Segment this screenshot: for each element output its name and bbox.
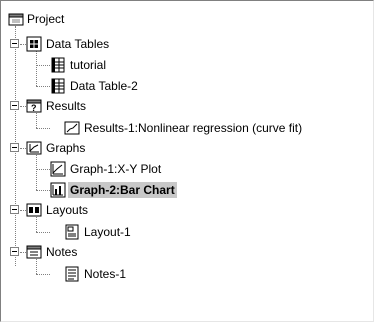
tree-line	[36, 155, 37, 190]
tree-item-layouts[interactable]: Layouts	[44, 202, 90, 218]
tree-line	[36, 259, 37, 274]
tree-line	[36, 190, 50, 191]
notes-icon	[64, 266, 80, 282]
graphs-folder-icon	[26, 140, 42, 156]
results-folder-icon: ?	[26, 98, 42, 114]
layouts-folder-icon	[26, 202, 42, 218]
tree-line	[36, 86, 50, 87]
svg-text:?: ?	[31, 103, 37, 113]
tree-line	[36, 169, 50, 170]
xy-graph-icon	[50, 161, 66, 177]
data-table-icon	[50, 78, 66, 94]
tree-line	[36, 217, 37, 232]
results-icon	[64, 120, 80, 136]
tree-item-notes-1[interactable]: Notes-1	[82, 266, 128, 282]
tree-item-graphs[interactable]: Graphs	[44, 140, 87, 156]
tree-line	[36, 274, 50, 275]
data-tables-folder-icon	[26, 36, 42, 52]
tree-item-graph-2[interactable]: Graph-2:Bar Chart	[68, 182, 177, 198]
tree-item-notes[interactable]: Notes	[44, 244, 79, 260]
tree-item-results-1[interactable]: Results-1:Nonlinear regression (curve fi…	[82, 120, 304, 136]
tree-line	[36, 51, 37, 86]
tree-item-data-tables[interactable]: Data Tables	[44, 36, 111, 52]
project-icon	[8, 11, 24, 27]
tree-line	[36, 65, 50, 66]
bar-chart-icon	[50, 182, 66, 198]
collapse-notes-button[interactable]	[10, 247, 19, 256]
tree-item-project[interactable]: Project	[25, 11, 66, 27]
tree-item-graph-1[interactable]: Graph-1:X-Y Plot	[68, 161, 163, 177]
tree-line	[36, 128, 50, 129]
project-tree[interactable]: Project Data Tables tutorial Data Table-…	[0, 0, 374, 322]
tree-item-tutorial[interactable]: tutorial	[68, 57, 108, 73]
tree-line	[36, 113, 37, 128]
layout-icon	[64, 224, 80, 240]
tree-item-data-table-2[interactable]: Data Table-2	[68, 78, 140, 94]
collapse-results-button[interactable]	[10, 101, 19, 110]
collapse-data-tables-button[interactable]	[10, 39, 19, 48]
notes-folder-icon	[26, 244, 42, 260]
tree-item-results[interactable]: Results	[44, 98, 88, 114]
tree-line	[36, 232, 50, 233]
data-table-icon	[50, 57, 66, 73]
tree-item-layout-1[interactable]: Layout-1	[82, 224, 133, 240]
collapse-graphs-button[interactable]	[10, 143, 19, 152]
collapse-layouts-button[interactable]	[10, 205, 19, 214]
